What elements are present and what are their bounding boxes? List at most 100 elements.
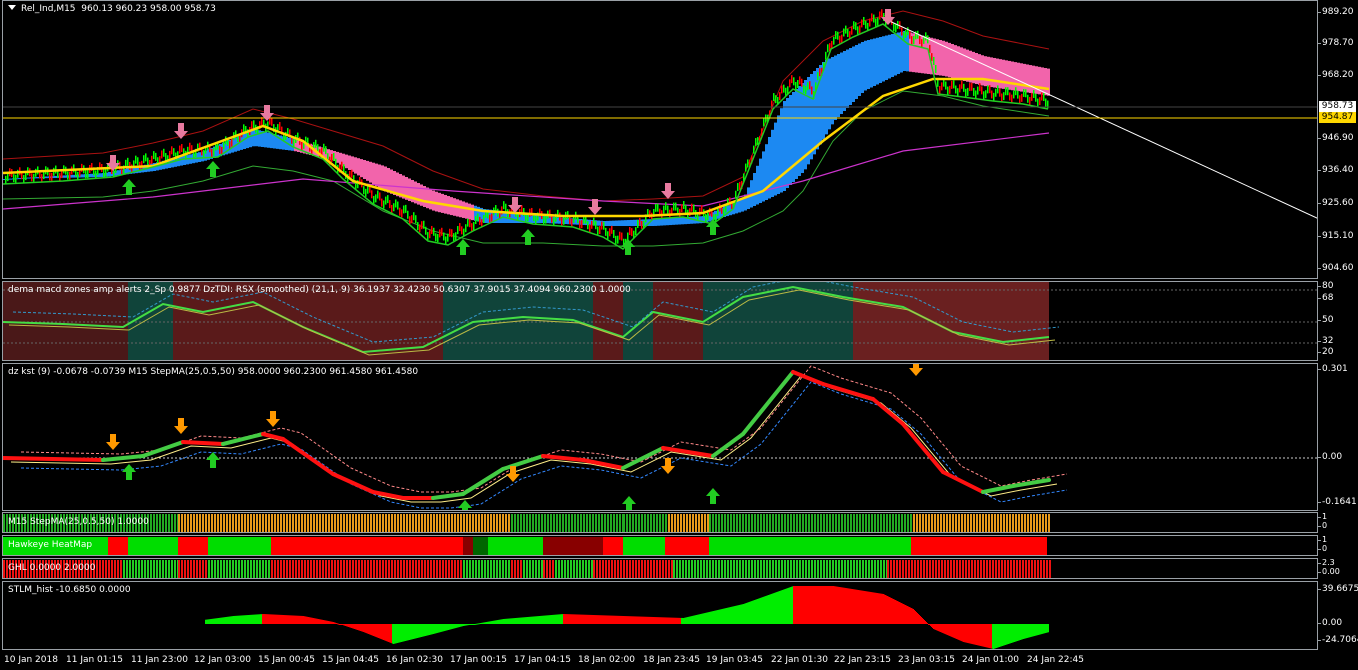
stlm-histogram-bar: [762, 597, 763, 624]
price-bar: [835, 31, 837, 40]
dropdown-triangle-icon[interactable]: [8, 5, 16, 10]
cloud-band: [117, 170, 120, 176]
stlm-histogram-bar: [974, 624, 975, 645]
stepma-bar: [388, 514, 390, 532]
price-bar: [301, 142, 303, 151]
stepma-bar: [202, 514, 204, 532]
price-bar: [427, 232, 429, 241]
price-plot[interactable]: [3, 1, 1318, 279]
heatmap-pane[interactable]: Hawkeye HeatMap: [2, 535, 1318, 556]
ghl-tick: 2.3: [1317, 558, 1335, 567]
stlm-histogram-bar: [323, 620, 324, 624]
stlm-histogram-bar: [559, 614, 560, 624]
stlm-histogram-bar: [214, 618, 215, 624]
stepma-bar: [265, 514, 267, 532]
cloud-band: [759, 158, 762, 203]
ghl-bar: [99, 560, 101, 578]
stlm-histogram-bar: [314, 618, 315, 624]
price-bar: [685, 204, 687, 213]
price-bar: [951, 80, 953, 89]
ghl-bar: [772, 560, 774, 578]
stlm-histogram-bar: [755, 599, 756, 624]
ghl-bar: [334, 560, 336, 578]
stlm-histogram-bar: [431, 624, 432, 635]
stlm-histogram-bar: [366, 624, 367, 634]
heatmap-bars: [3, 537, 1047, 555]
stlm-histogram-bar: [261, 614, 262, 624]
price-bar: [667, 205, 669, 214]
stlm-histogram-bar: [975, 624, 976, 645]
ghl-bar: [1004, 560, 1006, 578]
stepma-bar: [787, 514, 789, 532]
cloud-band: [375, 163, 378, 187]
rsx-indicator-pane[interactable]: dema macd zones amp alerts 2_Sp 0.9877 D…: [2, 281, 1318, 361]
stlm-histogram-bar: [648, 616, 649, 624]
ghl-pane[interactable]: GHL 0.0000 2.0000: [2, 558, 1318, 579]
stlm-histogram-bar: [402, 624, 403, 642]
stepma-bar: [262, 514, 264, 532]
stlm-histogram-bar: [390, 624, 391, 643]
price-bar: [907, 27, 909, 36]
stepma-bar: [214, 514, 216, 532]
stlm-hist-pane[interactable]: STLM_hist -10.6850 0.0000: [2, 581, 1318, 650]
cloud-band: [633, 219, 636, 226]
stlm-histogram-bar: [848, 588, 849, 624]
stlm-histogram-bar: [237, 615, 238, 624]
stlm-histogram-bar: [992, 624, 993, 649]
stlm-histogram-bar: [451, 624, 452, 630]
stlm-histogram-bar: [686, 617, 687, 624]
stlm-histogram-bar: [382, 624, 383, 640]
price-bar: [1033, 90, 1035, 99]
stepma-bar: [674, 514, 676, 532]
stlm-histogram-bar: [973, 624, 974, 645]
stepma-scale: 1 0: [1316, 512, 1358, 533]
ghl-bar: [950, 560, 952, 578]
price-bar: [683, 201, 685, 210]
stepma-bar-pane[interactable]: M15 StepMA(25,0.5,50) 1.0000: [2, 512, 1318, 533]
stlm-histogram-bar: [679, 617, 680, 624]
kst-indicator-pane[interactable]: dz kst (9) -0.0678 -0.0739 M15 StepMA(25…: [2, 363, 1318, 511]
stlm-histogram-bar: [917, 613, 918, 624]
stlm-histogram-bar: [816, 586, 817, 624]
ghl-bar: [496, 560, 498, 578]
kst-label: dz kst (9) -0.0678 -0.0739 M15 StepMA(25…: [8, 367, 419, 377]
stlm-histogram-bar: [265, 614, 266, 624]
stlm-histogram-bar: [918, 614, 919, 624]
ghl-bar: [552, 560, 554, 578]
stlm-histogram-bar: [542, 615, 543, 624]
ghl-bar: [959, 560, 961, 578]
price-bar: [971, 82, 973, 91]
ghl-bar: [415, 560, 417, 578]
stepma-bar: [165, 514, 167, 532]
stepma-bar: [3, 514, 5, 532]
price-bar: [879, 11, 881, 20]
ghl-bar: [364, 560, 366, 578]
stlm-histogram-bar: [458, 624, 459, 628]
ghl-bar: [193, 560, 195, 578]
price-bar: [807, 82, 809, 91]
price-bar: [811, 86, 813, 95]
stlm-histogram-bar: [771, 593, 772, 624]
main-price-pane[interactable]: Rel_Ind,M15 960.13 960.23 958.00 958.73: [2, 0, 1318, 279]
stlm-histogram-bar: [522, 617, 523, 624]
stlm-histogram-bar: [636, 616, 637, 624]
kst-line-segment: [871, 397, 905, 426]
stepma-bar: [850, 514, 852, 532]
stlm-histogram-bar: [691, 616, 692, 624]
stepma-bar: [418, 514, 420, 532]
stlm-histogram-bar: [820, 586, 821, 624]
cloud-band: [999, 59, 1002, 89]
price-bar: [737, 183, 739, 192]
price-bar: [341, 161, 343, 170]
ghl-bar: [202, 560, 204, 578]
ghl-bar: [376, 560, 378, 578]
stlm-histogram-bar: [939, 624, 940, 632]
stlm-histogram-bar: [897, 601, 898, 624]
price-bar: [371, 190, 373, 199]
stepma-label: M15 StepMA(25,0.5,50) 1.0000: [8, 517, 149, 527]
ghl-bar: [623, 560, 625, 578]
stepma-bar: [412, 514, 414, 532]
ghl-bar: [529, 560, 531, 578]
price-bar: [911, 36, 913, 45]
stepma-bar: [379, 514, 381, 532]
